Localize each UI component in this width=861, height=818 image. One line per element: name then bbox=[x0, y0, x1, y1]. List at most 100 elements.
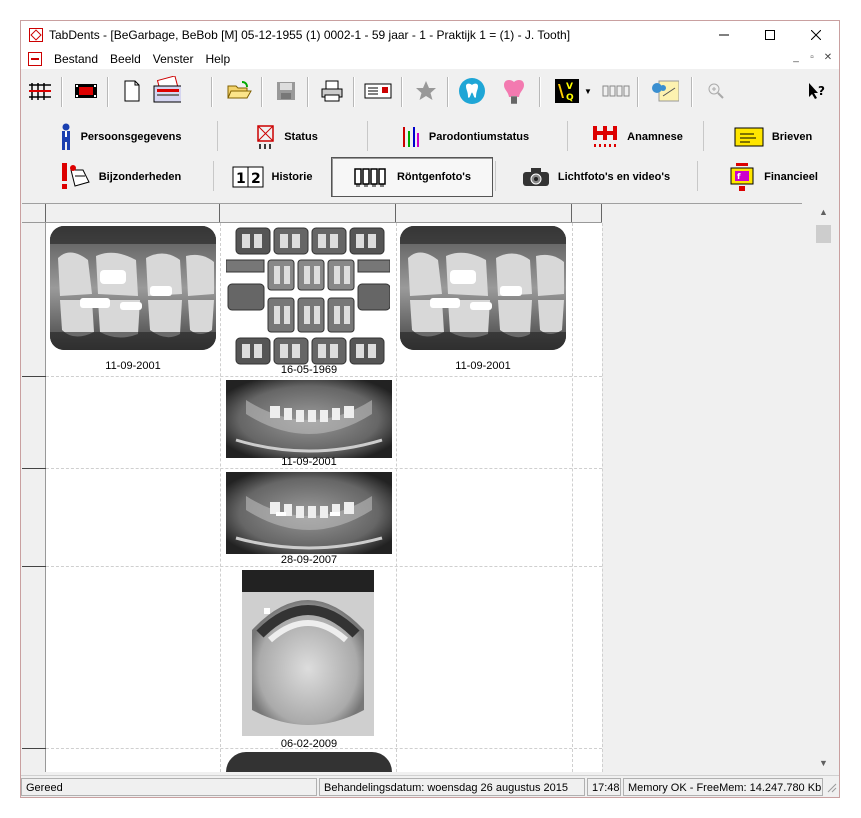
tab-financieel[interactable]: f Financieel bbox=[711, 159, 835, 195]
tab-label: Parodontiumstatus bbox=[428, 131, 530, 143]
tab-label: Brieven bbox=[771, 131, 813, 143]
tab-label: Bijzonderheden bbox=[98, 171, 182, 183]
column-header[interactable] bbox=[396, 204, 572, 222]
tab-label: Historie bbox=[271, 171, 313, 183]
xray-strip-button[interactable] bbox=[601, 77, 631, 105]
title-bar: TabDents - [BeGarbage, BeBob [M] 05-12-1… bbox=[21, 21, 839, 49]
letter-button[interactable] bbox=[363, 77, 393, 105]
xray-thumbnail[interactable] bbox=[226, 226, 390, 366]
open-folder-button[interactable] bbox=[225, 77, 255, 105]
tab-historie[interactable]: 12 Historie bbox=[219, 159, 325, 195]
tab-bijzonderheden[interactable]: Bijzonderheden bbox=[35, 159, 205, 195]
xray-date: 11-09-2001 bbox=[105, 360, 161, 372]
tab-status[interactable]: Status bbox=[227, 119, 347, 155]
maximize-button[interactable] bbox=[747, 21, 793, 49]
tab-lichtfotos[interactable]: Lichtfoto's en video's bbox=[511, 159, 681, 195]
vertical-scrollbar[interactable]: ▲ ▼ bbox=[815, 203, 832, 771]
help-pointer-button[interactable]: ? bbox=[801, 77, 831, 105]
xray-strip-icon bbox=[602, 85, 630, 97]
letter-icon bbox=[364, 83, 392, 99]
film-button[interactable] bbox=[71, 77, 101, 105]
status-treatment-date: Behandelingsdatum: woensdag 26 augustus … bbox=[319, 778, 585, 796]
xray-thumbnail[interactable] bbox=[226, 472, 392, 554]
svg-text:f: f bbox=[737, 172, 741, 181]
chevron-down-icon[interactable]: ▼ bbox=[584, 87, 592, 96]
menu-bestand[interactable]: Bestand bbox=[48, 52, 104, 66]
tab-label: Status bbox=[284, 131, 318, 143]
close-button[interactable] bbox=[793, 21, 839, 49]
print-icon bbox=[321, 80, 343, 102]
tab-label: Anamnese bbox=[627, 131, 683, 143]
resize-grip-icon[interactable] bbox=[825, 781, 837, 793]
svg-text:2: 2 bbox=[251, 171, 261, 187]
tab-anamnese[interactable]: Anamnese bbox=[577, 119, 697, 155]
new-document-button[interactable] bbox=[117, 77, 147, 105]
toolbar: VQ ▼ ? bbox=[21, 69, 839, 114]
scroll-down-icon[interactable]: ▼ bbox=[815, 754, 832, 771]
save-icon bbox=[277, 82, 295, 100]
menu-beeld[interactable]: Beeld bbox=[104, 52, 147, 66]
mdi-restore-icon[interactable]: ▫ bbox=[805, 52, 819, 63]
tooth-button[interactable] bbox=[457, 77, 487, 105]
xray-thumbnail[interactable] bbox=[226, 752, 392, 772]
column-header[interactable] bbox=[46, 204, 220, 222]
column-header[interactable] bbox=[572, 204, 602, 222]
camera-icon bbox=[522, 168, 549, 186]
star-button[interactable] bbox=[411, 77, 441, 105]
mdi-close-icon[interactable]: ✕ bbox=[821, 52, 835, 63]
menu-help[interactable]: Help bbox=[199, 52, 236, 66]
finance-icon: f bbox=[730, 163, 754, 191]
tab-persoonsgegevens[interactable]: Persoonsgegevens bbox=[35, 119, 205, 155]
tab-parodontiumstatus[interactable]: Parodontiumstatus bbox=[377, 119, 553, 155]
film-icon bbox=[75, 84, 97, 98]
print-button[interactable] bbox=[317, 77, 347, 105]
tab-panel: Persoonsgegevens Status Parodontiumstatu… bbox=[21, 113, 839, 201]
xray-thumbnail[interactable] bbox=[400, 226, 566, 350]
window-title: TabDents - [BeGarbage, BeBob [M] 05-12-1… bbox=[49, 28, 571, 42]
open-folder-icon bbox=[227, 81, 252, 99]
history-icon: 12 bbox=[232, 166, 264, 188]
xray-thumbnail[interactable] bbox=[242, 570, 374, 736]
zoom-icon bbox=[708, 83, 724, 99]
implant-icon bbox=[504, 80, 524, 104]
tooth-icon bbox=[459, 78, 485, 104]
status-bar: Gereed Behandelingsdatum: woensdag 26 au… bbox=[21, 775, 839, 797]
document-menu-icon[interactable] bbox=[28, 52, 42, 66]
star-icon bbox=[416, 81, 436, 100]
patient-card-button[interactable] bbox=[151, 76, 181, 105]
mdi-minimize-icon[interactable]: _ bbox=[789, 52, 803, 63]
tab-brieven[interactable]: Brieven bbox=[715, 119, 831, 155]
svg-text:Q: Q bbox=[566, 93, 574, 103]
column-header[interactable] bbox=[220, 204, 396, 222]
menu-venster[interactable]: Venster bbox=[147, 52, 200, 66]
warning-icon bbox=[61, 163, 90, 189]
tab-label: Röntgenfoto's bbox=[396, 171, 472, 183]
app-icon[interactable] bbox=[29, 28, 43, 42]
vq-icon: VQ bbox=[555, 79, 580, 103]
anamnese-icon bbox=[593, 126, 618, 147]
scroll-up-icon[interactable]: ▲ bbox=[815, 203, 832, 220]
scroll-thumb[interactable] bbox=[816, 225, 831, 243]
xray-date: 11-09-2001 bbox=[455, 360, 511, 372]
grid-button[interactable] bbox=[25, 77, 55, 105]
vq-button[interactable]: VQ ▼ bbox=[551, 77, 595, 105]
xray-grid-area: 11-09-2001 16-05-1969 11-09-2001 11-09-2… bbox=[22, 203, 802, 772]
grid-icon bbox=[29, 83, 51, 100]
main-window: TabDents - [BeGarbage, BeBob [M] 05-12-1… bbox=[20, 20, 840, 798]
svg-text:1: 1 bbox=[236, 171, 246, 187]
xray-date: 16-05-1969 bbox=[280, 364, 338, 376]
implant-button[interactable] bbox=[499, 77, 529, 105]
save-button[interactable] bbox=[271, 77, 301, 105]
xray-thumbnail[interactable] bbox=[226, 380, 392, 458]
parodontium-icon bbox=[402, 126, 419, 147]
brieven-letter-icon bbox=[734, 127, 764, 147]
tab-rontgenfotos[interactable]: Röntgenfoto's bbox=[331, 157, 493, 197]
patient-card-icon bbox=[153, 76, 181, 103]
minimize-button[interactable] bbox=[701, 21, 747, 49]
xray-thumbnail[interactable] bbox=[50, 226, 216, 350]
chart-button[interactable] bbox=[649, 77, 679, 105]
tab-label: Financieel bbox=[764, 171, 818, 183]
zoom-button[interactable] bbox=[701, 77, 731, 105]
grid-header bbox=[22, 204, 602, 223]
status-memory: Memory OK - FreeMem: 14.247.780 Kb bbox=[623, 778, 823, 796]
